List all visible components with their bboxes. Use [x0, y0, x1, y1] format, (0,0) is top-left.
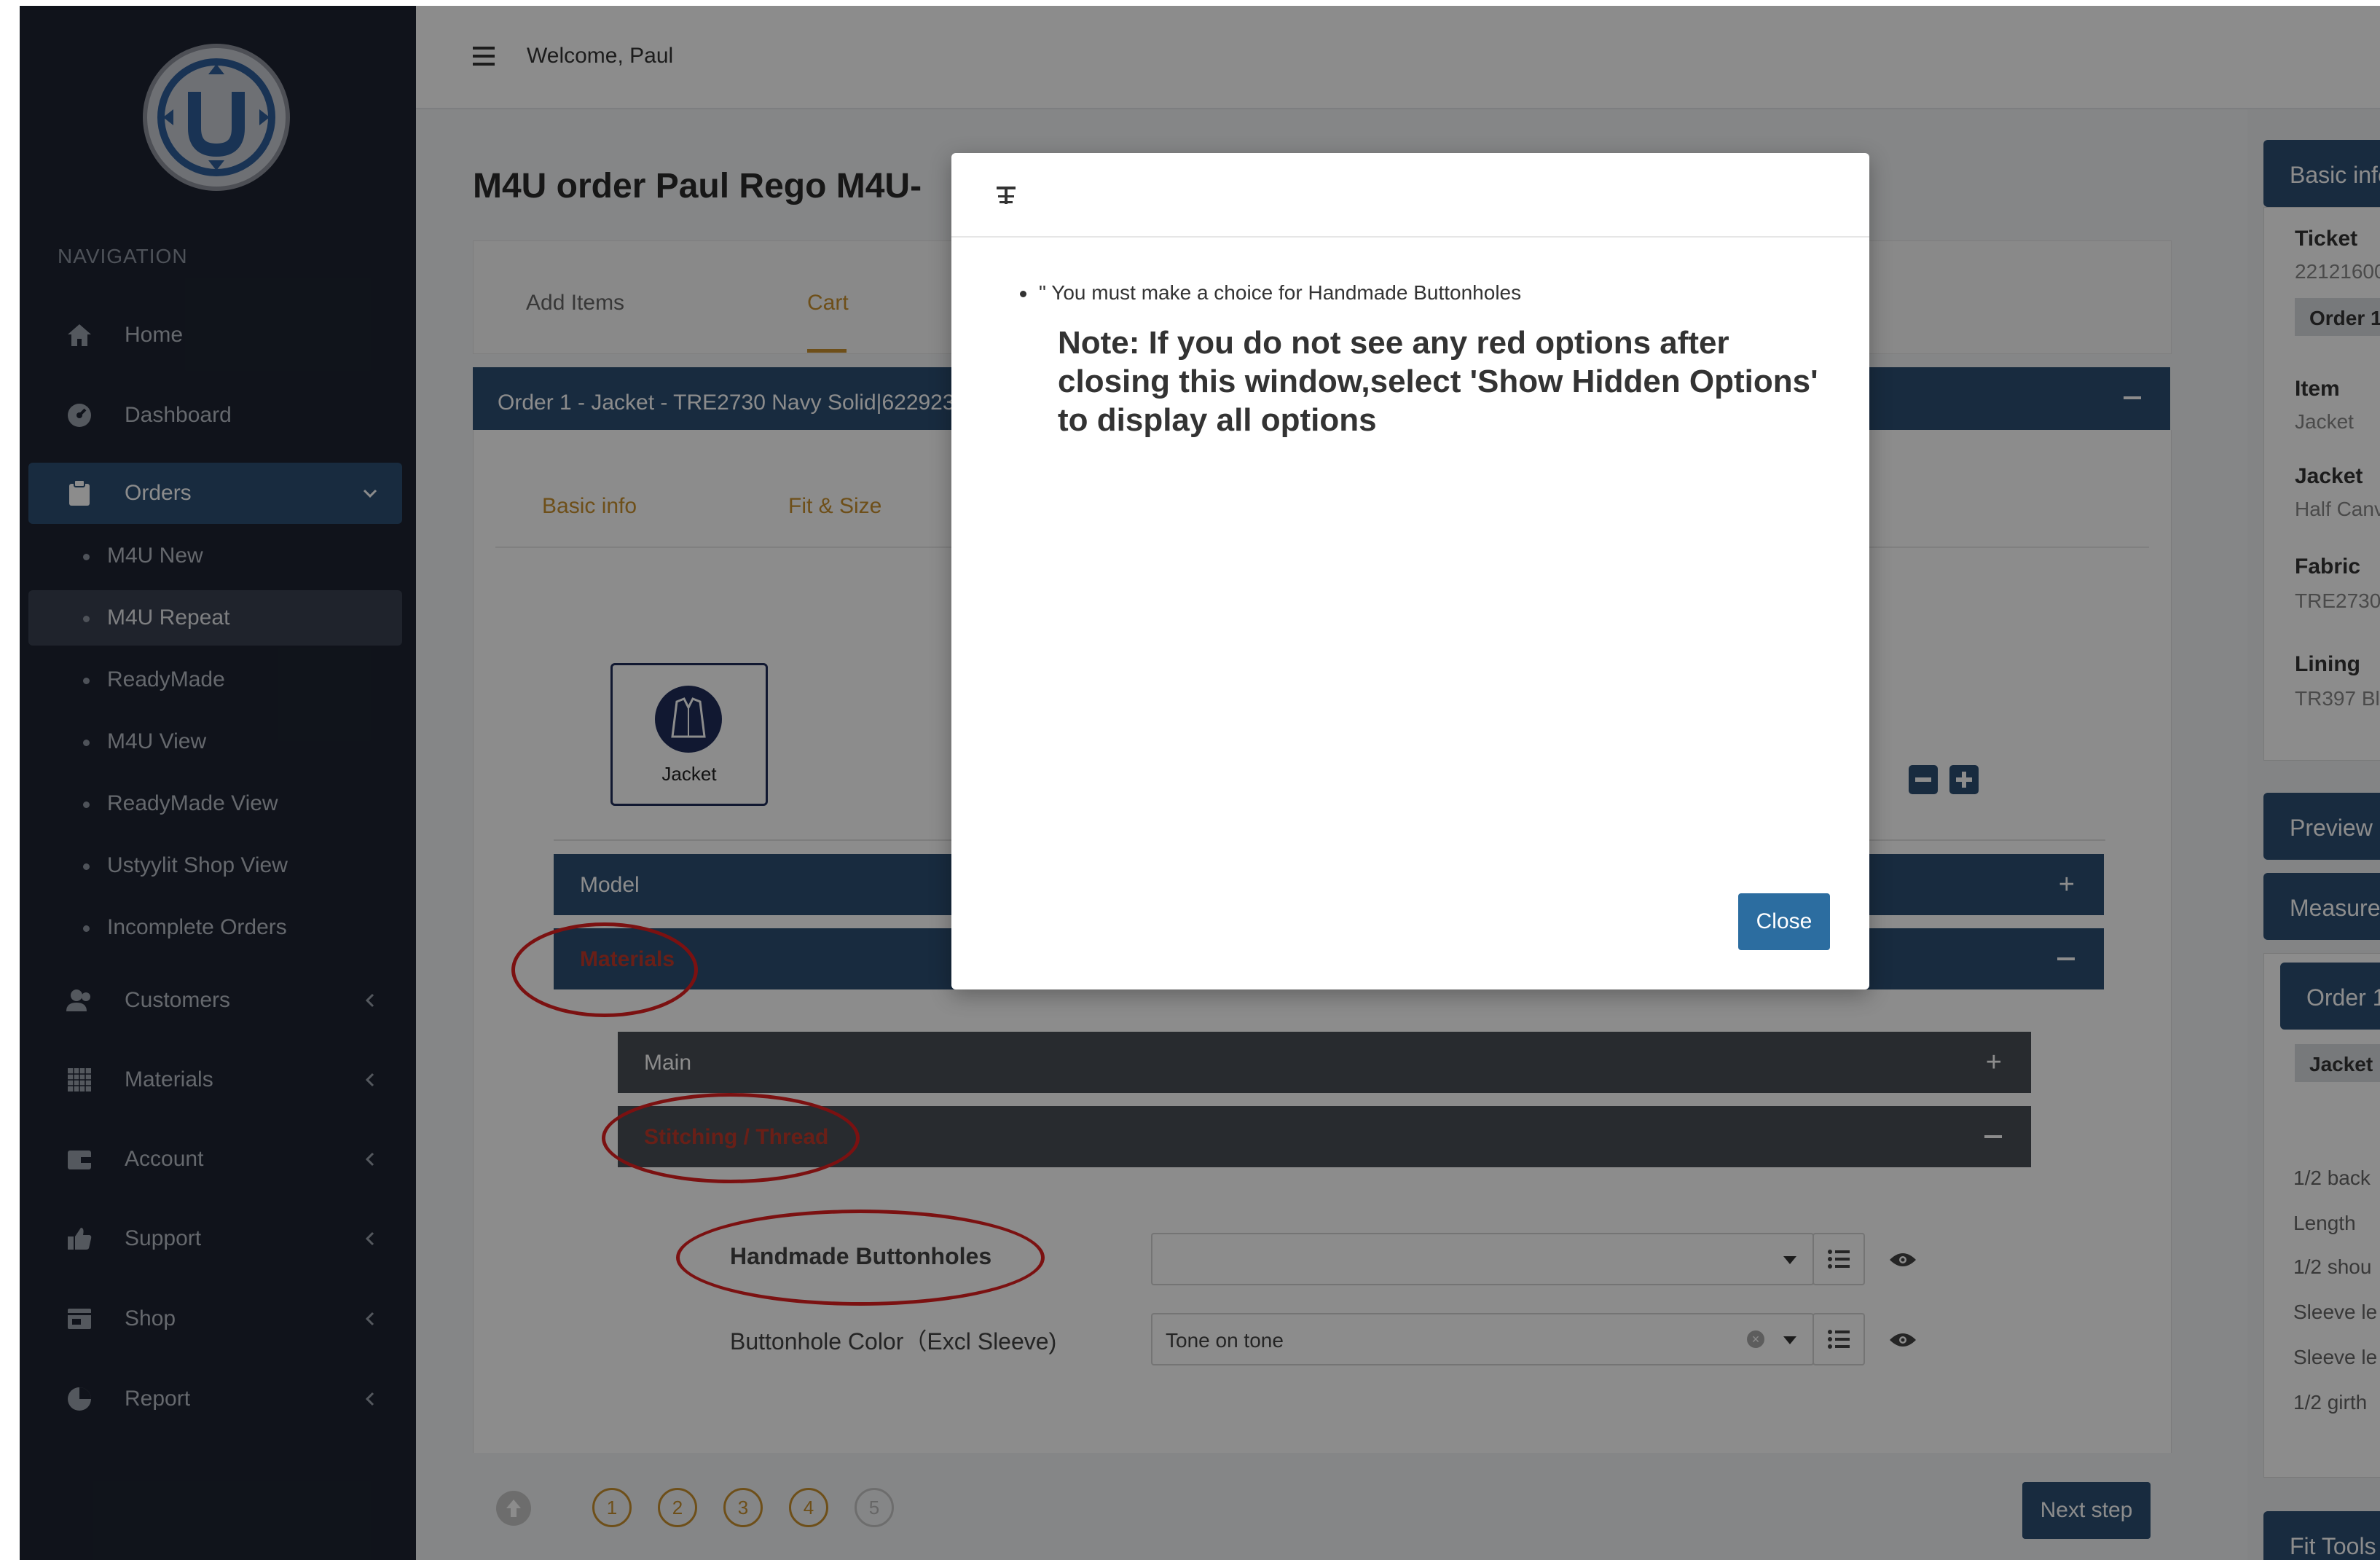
- modal-message: " You must make a choice for Handmade Bu…: [1019, 281, 1522, 304]
- close-button[interactable]: Close: [1738, 893, 1830, 950]
- warning-modal: " You must make a choice for Handmade Bu…: [951, 153, 1869, 989]
- screen: NAVIGATION Home Dashboard Orders M4U New…: [0, 0, 2380, 1560]
- modal-header: [951, 153, 1869, 238]
- modal-note: Note: If you do not see any red options …: [1058, 325, 1818, 438]
- text-format-icon: [997, 187, 1016, 204]
